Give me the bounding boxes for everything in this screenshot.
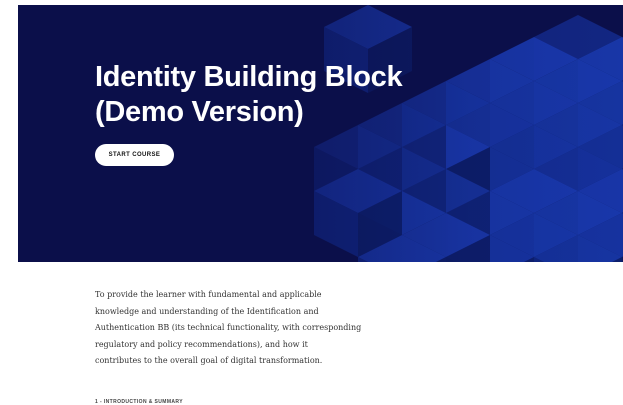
course-title-line-2: (Demo Version) [95, 96, 304, 128]
course-hero-banner: Identity Building Block (Demo Version) S… [18, 5, 623, 262]
course-title-line-1: Identity Building Block [95, 61, 403, 93]
course-page: Identity Building Block (Demo Version) S… [0, 0, 623, 405]
cube-pattern-background [18, 5, 623, 262]
description-line-2: knowledge and understanding of the Ident… [95, 306, 319, 316]
start-course-button[interactable]: START COURSE [95, 144, 174, 166]
description-line-5: contributes to the overall goal of digit… [95, 356, 323, 365]
lesson-item-label[interactable]: 1 - INTRODUCTION & SUMMARY [95, 399, 183, 405]
description-line-4: regulatory and policy recommendations), … [95, 339, 308, 349]
course-description: To provide the learner with fundamental … [95, 287, 375, 370]
description-line-1: To provide the learner with fundamental … [95, 290, 322, 299]
description-line-3: Authentication BB (its technical functio… [95, 323, 362, 332]
course-title: Identity Building Block (Demo Version) [95, 60, 455, 130]
